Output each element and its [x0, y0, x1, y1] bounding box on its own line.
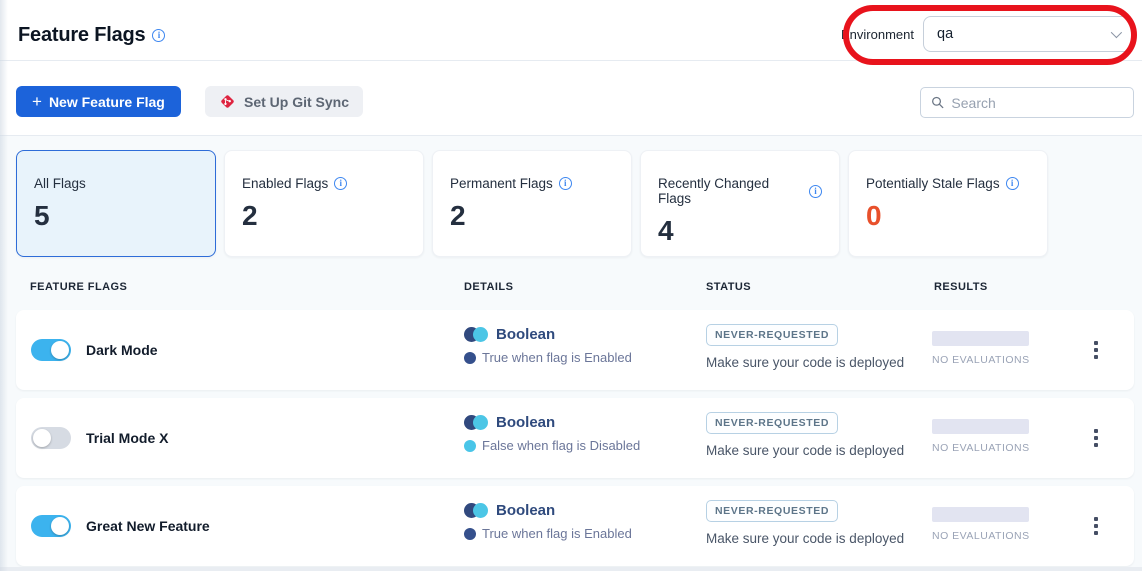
status-badge: NEVER-REQUESTED — [706, 500, 838, 522]
status-badge: NEVER-REQUESTED — [706, 412, 838, 434]
flag-details: Boolean True when flag is Enabled — [464, 326, 632, 365]
info-icon[interactable] — [334, 177, 347, 190]
header-divider — [0, 60, 1142, 61]
results-bar — [932, 507, 1029, 522]
page-title: Feature Flags — [18, 24, 165, 47]
git-sync-button[interactable]: Set Up Git Sync — [205, 86, 363, 117]
kebab-menu-icon[interactable] — [1086, 486, 1106, 566]
flag-toggle[interactable] — [31, 339, 71, 361]
column-header-status: STATUS — [706, 281, 751, 293]
stat-card-label: All Flags — [34, 176, 198, 191]
kebab-menu-icon[interactable] — [1086, 398, 1106, 478]
bottom-edge-strip — [0, 567, 1142, 571]
flag-name[interactable]: Dark Mode — [86, 310, 158, 390]
status-text: Make sure your code is deployed — [706, 531, 904, 546]
table-row: Dark Mode Boolean True when flag is Enab… — [16, 310, 1134, 390]
flag-type-detail: True when flag is Enabled — [482, 350, 632, 365]
column-header-details: DETAILS — [464, 281, 513, 293]
boolean-type-icon — [464, 415, 488, 430]
stat-card-value: 0 — [866, 200, 1030, 232]
stat-card-potentially-stale-flags[interactable]: Potentially Stale Flags 0 — [848, 150, 1048, 257]
stat-card-value: 2 — [450, 200, 614, 232]
flag-toggle[interactable] — [31, 515, 71, 537]
new-feature-flag-button[interactable]: + New Feature Flag — [16, 86, 181, 117]
value-dot-icon — [464, 528, 476, 540]
toggle-knob — [51, 517, 69, 535]
plus-icon: + — [32, 93, 42, 110]
stat-card-value: 2 — [242, 200, 406, 232]
column-header-results: RESULTS — [934, 281, 988, 293]
info-icon[interactable] — [152, 29, 165, 42]
table-row: Great New Feature Boolean True when flag… — [16, 486, 1134, 566]
flag-details: Boolean False when flag is Disabled — [464, 414, 640, 453]
stat-card-permanent-flags[interactable]: Permanent Flags 2 — [432, 150, 632, 257]
environment-value: qa — [937, 26, 953, 42]
stat-card-all-flags[interactable]: All Flags 5 — [16, 150, 216, 257]
search-box — [920, 87, 1134, 118]
stat-card-label: Potentially Stale Flags — [866, 176, 1030, 191]
value-dot-icon — [464, 440, 476, 452]
table-row: Trial Mode X Boolean False when flag is … — [16, 398, 1134, 478]
results-label: NO EVALUATIONS — [932, 354, 1030, 366]
environment-select[interactable]: qa — [923, 16, 1134, 52]
stat-card-label: Recently Changed Flags — [658, 176, 822, 206]
boolean-type-icon — [464, 327, 488, 342]
toolbar-divider — [0, 135, 1142, 136]
chevron-down-icon — [1111, 27, 1122, 38]
stat-card-value: 4 — [658, 215, 822, 247]
page-title-text: Feature Flags — [18, 24, 145, 47]
toggle-knob — [33, 429, 51, 447]
flag-status: NEVER-REQUESTED Make sure your code is d… — [706, 324, 904, 370]
flag-type-detail: True when flag is Enabled — [482, 526, 632, 541]
flag-type: Boolean — [496, 502, 555, 519]
flag-details: Boolean True when flag is Enabled — [464, 502, 632, 541]
stat-card-label: Enabled Flags — [242, 176, 406, 191]
column-header-feature-flags: FEATURE FLAGS — [30, 281, 127, 293]
flag-type: Boolean — [496, 414, 555, 431]
boolean-type-icon — [464, 503, 488, 518]
info-icon[interactable] — [1006, 177, 1019, 190]
flag-name[interactable]: Great New Feature — [86, 486, 210, 566]
flag-results: NO EVALUATIONS — [932, 419, 1030, 454]
status-text: Make sure your code is deployed — [706, 355, 904, 370]
results-bar — [932, 331, 1029, 346]
toggle-knob — [51, 341, 69, 359]
environment-label: Environment — [841, 27, 914, 42]
results-label: NO EVALUATIONS — [932, 442, 1030, 454]
results-label: NO EVALUATIONS — [932, 530, 1030, 542]
stat-card-enabled-flags[interactable]: Enabled Flags 2 — [224, 150, 424, 257]
info-icon[interactable] — [809, 185, 822, 198]
status-badge: NEVER-REQUESTED — [706, 324, 838, 346]
flag-status: NEVER-REQUESTED Make sure your code is d… — [706, 412, 904, 458]
value-dot-icon — [464, 352, 476, 364]
stat-card-recently-changed-flags[interactable]: Recently Changed Flags 4 — [640, 150, 840, 257]
search-icon — [931, 95, 944, 110]
flag-type: Boolean — [496, 326, 555, 343]
stat-card-value: 5 — [34, 200, 198, 232]
search-input[interactable] — [951, 95, 1123, 111]
flag-status: NEVER-REQUESTED Make sure your code is d… — [706, 500, 904, 546]
results-bar — [932, 419, 1029, 434]
flag-results: NO EVALUATIONS — [932, 507, 1030, 542]
flag-results: NO EVALUATIONS — [932, 331, 1030, 366]
flag-name[interactable]: Trial Mode X — [86, 398, 168, 478]
kebab-menu-icon[interactable] — [1086, 310, 1106, 390]
git-icon — [219, 93, 236, 110]
stat-card-label: Permanent Flags — [450, 176, 614, 191]
info-icon[interactable] — [559, 177, 572, 190]
flag-toggle[interactable] — [31, 427, 71, 449]
status-text: Make sure your code is deployed — [706, 443, 904, 458]
flag-type-detail: False when flag is Disabled — [482, 438, 640, 453]
